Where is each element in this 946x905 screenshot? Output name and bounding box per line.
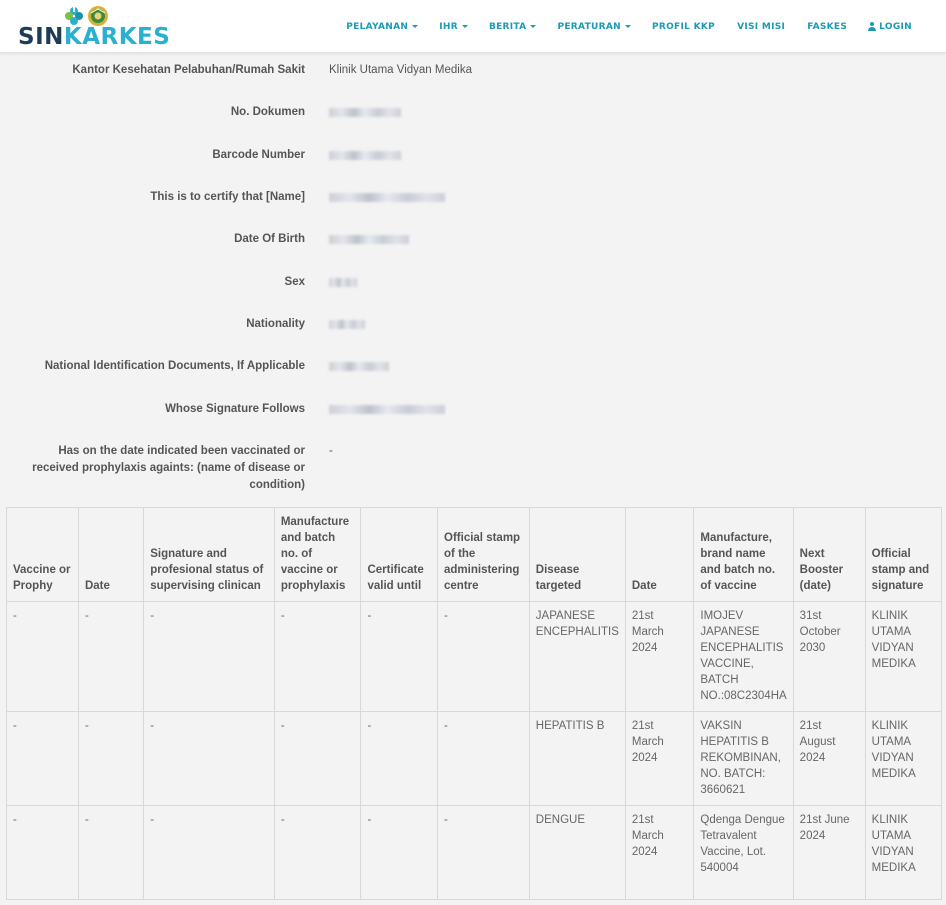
table-cell: - <box>6 601 79 712</box>
table-cell: KLINIK UTAMA VIDYAN MEDIKA <box>864 601 943 712</box>
barcode-value-redacted <box>329 147 401 166</box>
table-cell: - <box>143 711 275 806</box>
nav-profil-kkp[interactable]: PROFIL KKP <box>652 22 715 32</box>
nav-peraturan[interactable]: PERATURAN <box>557 22 631 32</box>
main-nav: PELAYANAN IHR BERITA PERATURAN PROFIL KK… <box>346 0 946 53</box>
nav-label: BERITA <box>488 21 527 32</box>
sex-value-redacted <box>329 274 357 293</box>
signature-label: Whose Signature Follows <box>165 403 305 415</box>
caret-down-icon <box>461 25 468 28</box>
vaccinated-label: Has on the date indicated been vaccinate… <box>32 445 305 491</box>
table-cell: - <box>273 711 362 806</box>
table-cell: KLINIK UTAMA VIDYAN MEDIKA <box>864 805 943 900</box>
table-cell: - <box>6 805 79 900</box>
table-row: - - - - - - DENGUE 21st March 2024 Qdeng… <box>6 805 943 900</box>
table-cell: - <box>360 805 439 900</box>
table-cell: - <box>6 711 79 806</box>
table-cell: - <box>437 805 530 900</box>
table-cell: - <box>273 805 362 900</box>
table-cell: Qdenga Dengue Tetravalent Vaccine, Lot. … <box>693 805 794 900</box>
table-cell: DENGUE <box>528 805 626 900</box>
th-manufacture-brand: Manufacture, brand name and batch no. of… <box>693 507 794 602</box>
nid-value-redacted <box>329 358 389 377</box>
user-icon <box>868 22 877 31</box>
certify-label: This is to certify that [Name] <box>150 191 305 203</box>
table-cell: 21st March 2024 <box>624 711 695 806</box>
table-header-row: Vaccine or Prophy Date Signature and pro… <box>6 507 943 602</box>
nav-label: IHR <box>439 21 458 32</box>
dob-label: Date Of Birth <box>234 233 305 245</box>
table-cell: IMOJEV JAPANESE ENCEPHALITIS VACCINE, BA… <box>693 601 794 712</box>
table-cell: - <box>77 711 145 806</box>
table-cell: 31st October 2030 <box>792 601 866 712</box>
table-cell: - <box>360 601 439 712</box>
signature-value-redacted <box>329 401 445 420</box>
th-vaccine-or-prophy: Vaccine or Prophy <box>6 507 79 602</box>
caret-down-icon <box>624 25 631 28</box>
table-cell: VAKSIN HEPATITIS B REKOMBINAN, NO. BATCH… <box>693 711 794 806</box>
table-row: - - - - - - JAPANESE ENCEPHALITIS 21st M… <box>6 601 943 712</box>
table-cell: - <box>143 805 275 900</box>
table-cell: HEPATITIS B <box>528 711 626 806</box>
table-cell: - <box>77 805 145 900</box>
nationality-label: Nationality <box>246 318 305 330</box>
nationality-value-redacted <box>329 316 365 335</box>
th-stamp-signature: Official stamp and signature <box>864 507 943 602</box>
nav-pelayanan[interactable]: PELAYANAN <box>346 21 419 32</box>
nav-faskes[interactable]: FASKES <box>807 22 847 32</box>
nav-visi-misi[interactable]: VISI MISI <box>737 22 785 32</box>
nav-label: PELAYANAN <box>346 21 409 32</box>
table-cell: JAPANESE ENCEPHALITIS <box>528 601 626 712</box>
table-cell: 21st June 2024 <box>792 805 866 900</box>
brand-karkes: KARKES <box>63 24 171 50</box>
dob-value-redacted <box>329 231 409 250</box>
nav-label: FASKES <box>807 21 848 32</box>
caret-down-icon <box>412 25 419 28</box>
th-disease-targeted: Disease targeted <box>528 507 626 602</box>
table-row: - - - - - - HEPATITIS B 21st March 2024 … <box>6 711 943 806</box>
table-cell: - <box>77 601 145 712</box>
table-cell: KLINIK UTAMA VIDYAN MEDIKA <box>864 711 943 806</box>
sinkarkes-logo[interactable]: SINKARKES <box>18 4 170 50</box>
nav-label: VISI MISI <box>737 21 786 32</box>
top-navbar: SINKARKES PELAYANAN IHR BERITA PERATURAN… <box>0 0 946 53</box>
vaccinated-value: - <box>329 445 333 457</box>
brand-wordmark: SINKARKES <box>18 24 170 50</box>
th-manufacture-batch: Manufacture and batch no. of vaccine or … <box>273 507 362 602</box>
table-cell: - <box>437 711 530 806</box>
kantor-label: Kantor Kesehatan Pelabuhan/Rumah Sakit <box>72 64 305 76</box>
th-valid-until: Certificate valid until <box>360 507 439 602</box>
th-signature-status: Signature and profesional status of supe… <box>143 507 275 602</box>
nav-label: LOGIN <box>879 21 912 32</box>
brand-sin: SIN <box>18 24 64 50</box>
table-cell: 21st March 2024 <box>624 805 695 900</box>
name-value-redacted <box>329 189 445 208</box>
vaccination-table: Vaccine or Prophy Date Signature and pro… <box>6 507 943 900</box>
th-date-2: Date <box>624 507 695 602</box>
table-cell: - <box>360 711 439 806</box>
nid-label: National Identification Documents, If Ap… <box>44 360 305 372</box>
barcode-label: Barcode Number <box>212 149 305 161</box>
caret-down-icon <box>530 25 537 28</box>
nav-label: PROFIL KKP <box>651 21 716 32</box>
nav-berita[interactable]: BERITA <box>489 22 537 32</box>
table-cell: - <box>437 601 530 712</box>
table-cell: 21st August 2024 <box>792 711 866 806</box>
dokumen-value-redacted <box>329 104 401 123</box>
th-official-stamp: Official stamp of the administering cent… <box>437 507 530 602</box>
th-date: Date <box>77 507 145 602</box>
table-cell: - <box>273 601 362 712</box>
nav-ihr[interactable]: IHR <box>439 22 468 32</box>
nav-label: PERATURAN <box>557 21 621 32</box>
table-cell: 21st March 2024 <box>624 601 695 712</box>
sex-label: Sex <box>284 276 305 288</box>
th-next-booster: Next Booster (date) <box>792 507 866 602</box>
table-cell: - <box>143 601 275 712</box>
dokumen-label: No. Dokumen <box>230 106 305 118</box>
nav-login[interactable]: LOGIN <box>868 22 912 32</box>
kantor-value: Klinik Utama Vidyan Medika <box>329 64 472 76</box>
